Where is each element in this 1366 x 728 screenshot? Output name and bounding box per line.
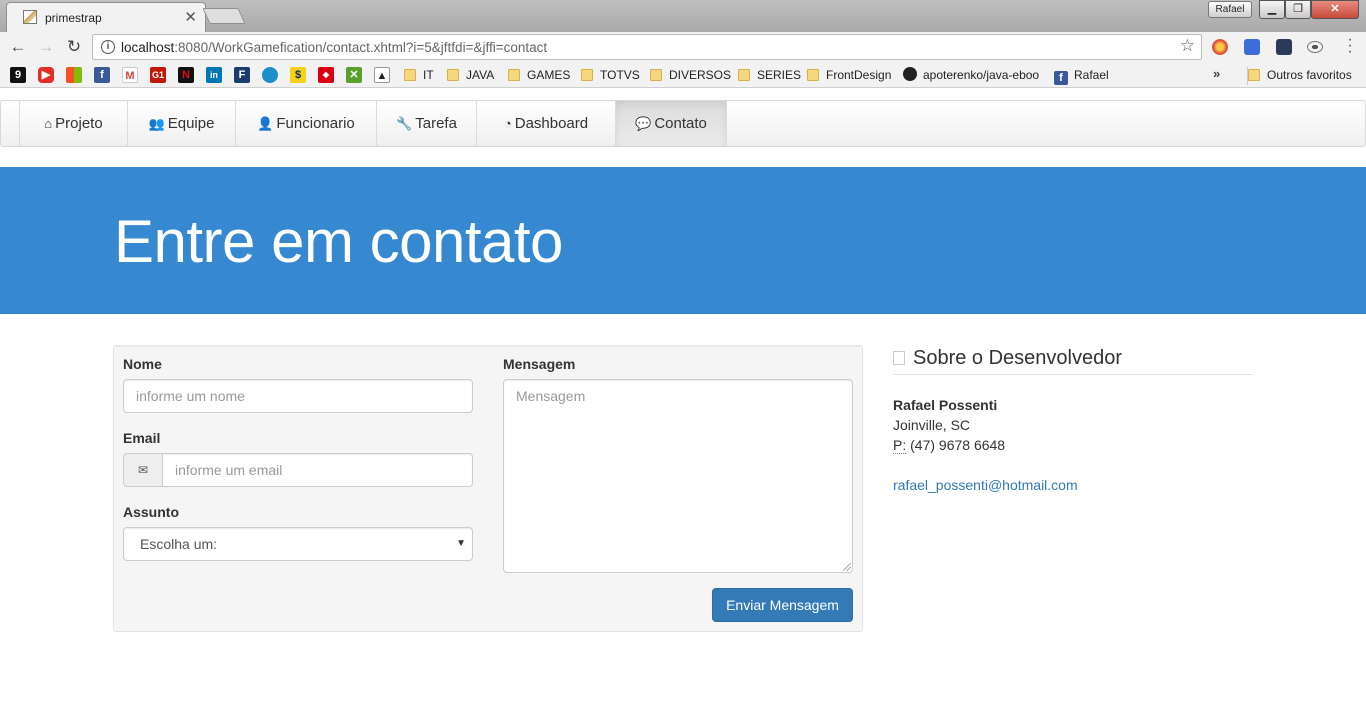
hsbc-icon[interactable]: ◆: [318, 67, 334, 83]
bookmark-folder-other[interactable]: Outros favoritos: [1247, 67, 1352, 85]
users-icon: 👥: [148, 116, 165, 131]
browser-menu-icon[interactable]: · · ·: [1342, 32, 1358, 60]
developer-email-link[interactable]: rafael_possenti@hotmail.com: [893, 477, 1078, 493]
browser-titlebar: primestrap ✕ Rafael ▁ ❐ ✕: [0, 0, 1366, 32]
bookmark-folder-games[interactable]: GAMES: [508, 67, 570, 85]
bookmark-star-icon[interactable]: ☆: [1180, 36, 1195, 56]
email-input[interactable]: informe um email: [162, 453, 473, 487]
wrench-icon: 🔧: [396, 116, 413, 131]
info-icon[interactable]: i: [101, 40, 115, 54]
tab-title: primestrap: [45, 11, 102, 25]
home-icon: ⌂: [44, 116, 53, 131]
name-label: Nome: [123, 356, 162, 372]
url-text: localhost:8080/WorkGamefication/contact.…: [121, 40, 548, 55]
browser-toolbar: ← → ↻ i localhost:8080/WorkGamefication/…: [0, 32, 1366, 62]
page-title: Entre em contato: [114, 208, 563, 275]
reload-icon[interactable]: ↻: [63, 36, 85, 58]
main-navbar: ⌂ Projeto 👥 Equipe 👤 Funcionario 🔧 Tarefa ◔ D…: [0, 100, 1366, 147]
developer-name: Rafael Possenti: [893, 397, 998, 413]
send-message-button[interactable]: Enviar Mensagem: [712, 588, 853, 622]
nav-item-tarefa[interactable]: 🔧 Tarefa: [376, 101, 476, 146]
feedly-icon[interactable]: F: [234, 67, 250, 83]
nav-item-funcionario[interactable]: 👤 Funcionario: [235, 101, 376, 146]
nav-item-equipe[interactable]: 👥 Equipe: [127, 101, 235, 146]
g1-icon[interactable]: G1: [150, 67, 166, 83]
bookmark-app-icon[interactable]: 9: [10, 67, 26, 83]
hero-banner: Entre em contato: [0, 167, 1366, 314]
email-label: Email: [123, 430, 161, 446]
nav-item-projeto[interactable]: ⌂ Projeto: [19, 101, 127, 146]
nav-item-contato[interactable]: 💬 Contato: [615, 101, 727, 146]
address-bar[interactable]: i localhost:8080/WorkGamefication/contac…: [92, 34, 1202, 60]
netflix-icon[interactable]: N: [178, 67, 194, 83]
extension-calendar-icon[interactable]: [1244, 39, 1260, 55]
name-input[interactable]: informe um nome: [123, 379, 473, 413]
bank-icon[interactable]: $: [290, 67, 306, 83]
globe-icon[interactable]: [262, 67, 278, 83]
chat-icon: 💬: [635, 116, 652, 131]
close-window-button[interactable]: ✕: [1311, 0, 1359, 19]
extension-eye-icon[interactable]: [1307, 41, 1323, 53]
subject-label: Assunto: [123, 504, 179, 520]
about-developer-heading: Sobre o Desenvolvedor: [893, 347, 1253, 375]
extension-color-icon[interactable]: [1212, 39, 1228, 55]
forward-arrow-icon[interactable]: →: [35, 36, 57, 58]
bookmark-facebook-rafael[interactable]: f Rafael: [1054, 67, 1109, 85]
gmail-icon[interactable]: M: [122, 67, 138, 83]
maximize-button[interactable]: ❐: [1285, 0, 1311, 19]
extension-shield-icon[interactable]: [1276, 39, 1292, 55]
youtube-icon[interactable]: ▶: [38, 67, 54, 83]
tower-icon[interactable]: ▲: [374, 67, 390, 83]
more-bookmarks-chevron-icon[interactable]: »: [1213, 66, 1220, 81]
user-icon: 👤: [257, 116, 274, 131]
bookmark-folder-java[interactable]: JAVA: [447, 67, 494, 85]
developer-city: Joinville, SC: [893, 417, 971, 433]
window-user-button[interactable]: Rafael: [1208, 1, 1252, 18]
message-label: Mensagem: [503, 356, 576, 372]
window-controls: ▁ ❐ ✕: [1259, 0, 1363, 19]
bookmark-github[interactable]: apoterenko/java-eboo: [903, 67, 1039, 85]
linkedin-icon[interactable]: in: [206, 67, 222, 83]
resize-handle-icon[interactable]: [843, 563, 851, 571]
microsoft-icon[interactable]: [66, 67, 82, 83]
facebook-icon: f: [1054, 71, 1068, 85]
facebook-icon[interactable]: f: [94, 67, 110, 83]
browser-tab[interactable]: primestrap ✕: [6, 2, 206, 32]
chevron-down-icon: ▼: [456, 538, 466, 549]
bookmark-folder-frontdesign[interactable]: FrontDesign: [807, 67, 891, 85]
bookmark-folder-series[interactable]: SERIES: [738, 67, 801, 85]
pie-chart-icon: ◔: [503, 116, 512, 131]
bookmarks-bar: 9 ▶ f M G1 N in F $ ◆ ✕ ▲ IT JAVA GAMES …: [0, 62, 1366, 88]
page-favicon-icon: [23, 10, 37, 24]
bookmark-folder-totvs[interactable]: TOTVS: [581, 67, 640, 85]
nav-item-dashboard[interactable]: ◔ Dashboard: [476, 101, 615, 146]
envelope-icon: ✉: [123, 453, 163, 487]
github-icon: [903, 67, 917, 81]
message-textarea[interactable]: Mensagem: [503, 379, 853, 573]
subject-select[interactable]: Escolha um: ▼: [123, 527, 473, 561]
close-tab-icon[interactable]: ✕: [184, 8, 197, 26]
bookmark-folder-it[interactable]: IT: [404, 67, 434, 85]
placeholder-icon: [893, 351, 905, 365]
new-tab-button[interactable]: [202, 8, 246, 24]
developer-phone: P: (47) 9678 6648: [893, 437, 1006, 454]
bookmark-folder-diversos[interactable]: DIVERSOS: [650, 67, 731, 85]
xbox-icon[interactable]: ✕: [346, 67, 362, 83]
minimize-button[interactable]: ▁: [1259, 0, 1285, 19]
back-arrow-icon[interactable]: ←: [7, 36, 29, 58]
